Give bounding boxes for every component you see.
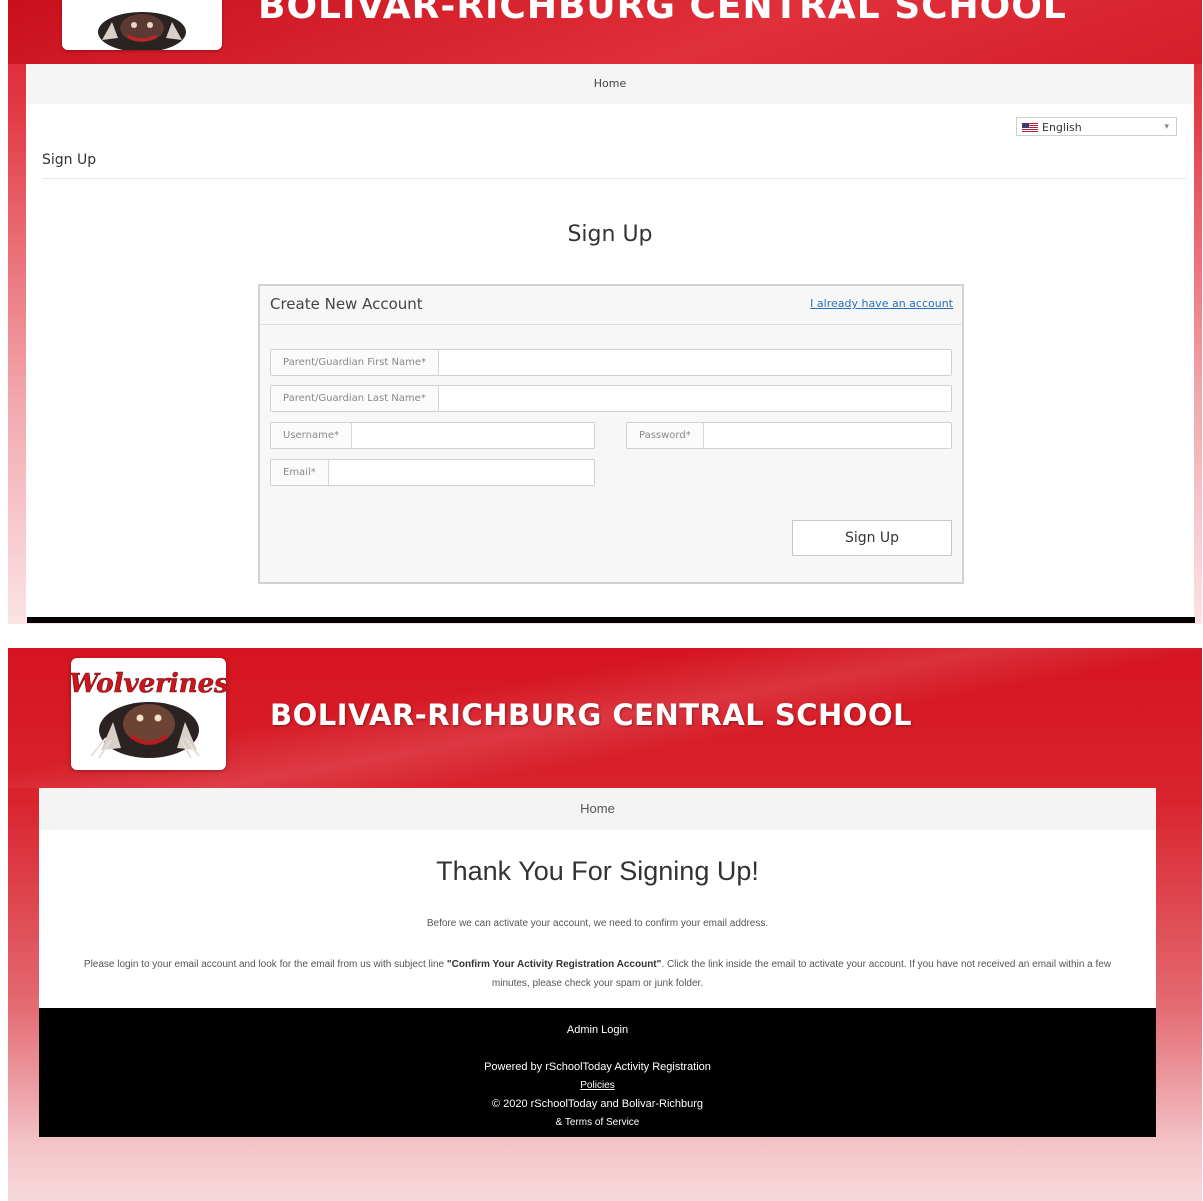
password-field[interactable]: Password* xyxy=(626,422,952,449)
create-account-card: Create New Account I already have an acc… xyxy=(258,284,964,584)
email-field[interactable]: Email* xyxy=(270,459,595,486)
footer: Admin Login Powered by rSchoolToday Acti… xyxy=(39,1008,1156,1137)
breadcrumb-divider xyxy=(42,178,1186,179)
copyright: © 2020 rSchoolToday and Bolivar-Richburg xyxy=(491,1098,704,1110)
screenshot-divider xyxy=(27,617,1195,623)
policies-link[interactable]: Policies xyxy=(39,1080,1156,1091)
language-label: English xyxy=(1042,121,1082,134)
terms-link[interactable]: & Terms of Service xyxy=(39,1117,1156,1128)
password-input[interactable] xyxy=(703,423,951,448)
nav-home-link[interactable]: Home xyxy=(594,77,626,90)
password-label: Password* xyxy=(627,423,704,448)
existing-account-link[interactable]: I already have an account xyxy=(810,297,953,310)
logo-text: Wolverines xyxy=(71,669,226,699)
confirmation-intro: Before we can activate your account, we … xyxy=(426,918,769,929)
page-title: Sign Up xyxy=(567,222,653,247)
confirmation-instructions: Please login to your email account and l… xyxy=(69,955,1126,993)
username-input[interactable] xyxy=(351,423,594,448)
admin-login-link[interactable]: Admin Login xyxy=(39,1024,1156,1036)
us-flag-icon xyxy=(1022,123,1038,132)
nav-home-link[interactable]: Home xyxy=(580,801,615,816)
card-title: Create New Account xyxy=(270,295,423,313)
main-panel: Home English ▾ Sign Up Sign Up Create Ne… xyxy=(26,64,1194,620)
nav-bar: Home xyxy=(39,788,1156,830)
powered-by: Powered by rSchoolToday Activity Registr… xyxy=(484,1061,711,1073)
confirmation-screenshot: Wolverines BOLIVAR-RICHBURG CENTRAL SCHO… xyxy=(8,648,1202,1201)
username-field[interactable]: Username* xyxy=(270,422,595,449)
confirmation-title: Thank You For Signing Up! xyxy=(436,856,759,886)
chevron-down-icon: ▾ xyxy=(1164,122,1169,132)
first-name-field[interactable]: Parent/Guardian First Name* xyxy=(270,349,952,376)
wolverine-logo-icon xyxy=(98,12,186,50)
email-input[interactable] xyxy=(328,460,594,485)
last-name-input[interactable] xyxy=(438,386,951,411)
main-panel: Home Thank You For Signing Up! Before we… xyxy=(39,788,1156,1008)
school-name: BOLIVAR-RICHBURG CENTRAL SCHOOL xyxy=(270,698,913,732)
last-name-field[interactable]: Parent/Guardian Last Name* xyxy=(270,385,952,412)
nav-bar: Home xyxy=(26,64,1194,104)
language-select[interactable]: English ▾ xyxy=(1016,117,1177,136)
instructions-before: Please login to your email account and l… xyxy=(83,959,447,970)
sign-up-button[interactable]: Sign Up xyxy=(792,520,952,556)
school-logo[interactable] xyxy=(62,0,222,50)
username-label: Username* xyxy=(271,423,352,448)
signup-screenshot: BOLIVAR-RICHBURG CENTRAL SCHOOL Home Eng… xyxy=(8,0,1202,624)
first-name-input[interactable] xyxy=(439,350,951,375)
school-name: BOLIVAR-RICHBURG CENTRAL SCHOOL xyxy=(258,0,1067,27)
first-name-label: Parent/Guardian First Name* xyxy=(271,350,440,375)
wolverine-logo-icon: Wolverines xyxy=(71,669,226,759)
email-label: Email* xyxy=(271,460,329,485)
card-header: Create New Account I already have an acc… xyxy=(260,286,962,325)
instructions-subject: "Confirm Your Activity Registration Acco… xyxy=(446,959,662,970)
school-logo[interactable]: Wolverines xyxy=(71,658,226,770)
breadcrumb: Sign Up xyxy=(42,152,97,168)
last-name-label: Parent/Guardian Last Name* xyxy=(271,386,439,411)
